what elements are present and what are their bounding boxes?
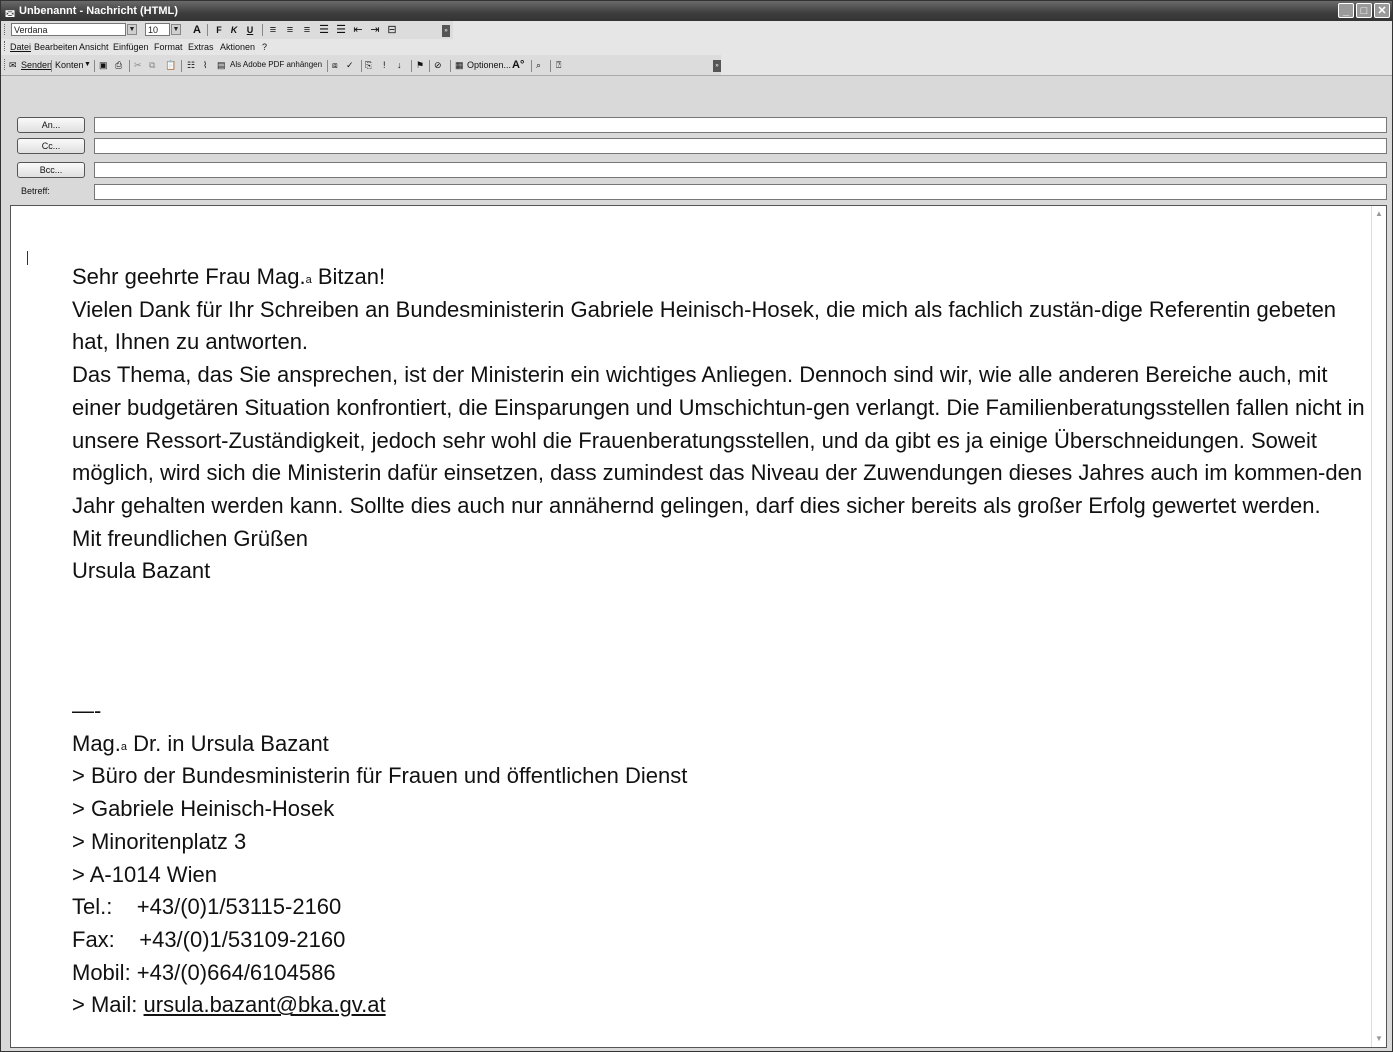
flag-icon[interactable]: ⚑: [416, 58, 424, 72]
maximize-button[interactable]: □: [1356, 3, 1372, 18]
align-left-icon[interactable]: ≡: [267, 23, 279, 37]
font-size-select[interactable]: 10: [145, 23, 170, 36]
font-color-button[interactable]: A: [190, 23, 204, 37]
menu-extras[interactable]: Extras: [188, 41, 214, 54]
signature-mobile: Mobil: +43/(0)664/6104586: [72, 959, 336, 985]
menu-ansicht[interactable]: Ansicht: [79, 41, 109, 54]
attach-pdf-button[interactable]: Als Adobe PDF anhängen: [230, 58, 322, 72]
signature-tel: Tel.: +43/(0)1/53115-2160: [72, 894, 342, 920]
text-caret: [27, 251, 28, 265]
spelling-icon[interactable]: ✓: [346, 58, 354, 72]
address-book-icon[interactable]: ☷: [187, 58, 195, 72]
menu-aktionen[interactable]: Aktionen: [220, 41, 255, 54]
font-name-select[interactable]: Verdana: [11, 23, 126, 36]
help-icon[interactable]: ⍰: [556, 58, 561, 72]
subject-field[interactable]: [94, 184, 1387, 200]
scroll-down-icon[interactable]: ▼: [1373, 1033, 1385, 1045]
sender-name: Ursula Bazant: [72, 558, 211, 584]
toolbar-overflow-icon[interactable]: »: [713, 60, 721, 72]
accounts-dropdown-icon[interactable]: ▼: [84, 58, 91, 72]
bcc-button[interactable]: Bcc...: [17, 162, 85, 178]
paragraph-2: Das Thema, das Sie ansprechen, ist der M…: [72, 362, 1365, 518]
cc-button[interactable]: Cc...: [17, 138, 85, 154]
vertical-scrollbar[interactable]: ▲ ▼: [1371, 206, 1386, 1047]
standard-toolbar: ✉ Senden Konten ▼ ▣ ⎙ ✂ ⧉ 📋 ☷ ⌇ ▤ Als Ad…: [1, 55, 1392, 76]
menu-datei[interactable]: Datei: [10, 41, 31, 54]
subject-label: Betreff:: [21, 186, 50, 196]
options-icon[interactable]: ▦: [455, 58, 464, 72]
signature-icon[interactable]: ⎘: [365, 58, 372, 72]
align-right-icon[interactable]: ≡: [301, 23, 313, 37]
font-name-dropdown-icon[interactable]: ▼: [127, 24, 137, 35]
mail-link[interactable]: ursula.bazant@bka.gv.at: [144, 992, 386, 1017]
paragraph-1: Vielen Dank für Ihr Schreiben an Bundesm…: [72, 296, 1337, 355]
signature-line-minister: > Gabriele Heinisch-Hosek: [72, 796, 335, 822]
signature-fax: Fax: +43/(0)1/53109-2160: [72, 926, 346, 952]
signature-block: —- Mag.a Dr. in Ursula Bazant > Büro der…: [72, 695, 1372, 1022]
italic-button[interactable]: K: [228, 23, 240, 37]
signature-line-office: > Büro der Bundesministerin für Frauen u…: [72, 763, 688, 789]
message-body-editor[interactable]: Sehr geehrte Frau Mag.a Bitzan! Vielen D…: [10, 205, 1387, 1048]
formatting-toolbar: Verdana ▼ 10 ▼ A F K U ≡ ≡ ≡ ☰ ☰ ⇤ ⇥ ⊟ »: [1, 21, 1392, 39]
closing: Mit freundlichen Grüßen: [72, 525, 308, 551]
font-size-grow-icon[interactable]: A°: [512, 58, 524, 72]
signature-mail: > Mail: ursula.bazant@bka.gv.at: [72, 992, 386, 1018]
menu-bearbeiten[interactable]: Bearbeiten: [34, 41, 78, 54]
save-icon[interactable]: ▣: [99, 58, 108, 72]
message-window: ✉ Unbenannt - Nachricht (HTML) _ □ ✕ Ver…: [0, 0, 1393, 1052]
signature-line-street: > Minoritenplatz 3: [72, 828, 247, 854]
greeting: Sehr geehrte Frau Mag.a Bitzan!: [72, 264, 386, 289]
bcc-field[interactable]: [94, 162, 1387, 178]
copy-icon[interactable]: ⧉: [149, 58, 155, 72]
toolbar-grip[interactable]: [4, 24, 7, 35]
window-title: Unbenannt - Nachricht (HTML): [19, 5, 178, 17]
menu-help[interactable]: ?: [262, 41, 267, 54]
minimize-button[interactable]: _: [1338, 3, 1354, 18]
close-button[interactable]: ✕: [1374, 3, 1390, 18]
menu-format[interactable]: Format: [154, 41, 183, 54]
menu-einfuegen[interactable]: Einfügen: [113, 41, 149, 54]
bold-button[interactable]: F: [213, 23, 225, 37]
align-center-icon[interactable]: ≡: [284, 23, 296, 37]
low-importance-icon[interactable]: ↓: [397, 58, 402, 72]
send-button[interactable]: Senden: [21, 58, 52, 72]
title-bar[interactable]: ✉ Unbenannt - Nachricht (HTML) _ □ ✕: [1, 1, 1392, 21]
options-button[interactable]: Optionen...: [467, 58, 511, 72]
print-icon[interactable]: ⎙: [115, 58, 122, 72]
horizontal-line-icon[interactable]: ⊟: [386, 23, 398, 37]
signature-separator: —-: [72, 698, 102, 723]
to-field[interactable]: [94, 117, 1387, 133]
cc-field[interactable]: [94, 138, 1387, 154]
outdent-icon[interactable]: ⇤: [352, 23, 364, 37]
send-icon[interactable]: ✉: [9, 58, 17, 72]
pdf-icon[interactable]: ▤: [217, 58, 226, 72]
numbering-icon[interactable]: ☰: [335, 23, 347, 37]
cut-icon[interactable]: ✂: [134, 58, 142, 72]
letter-text: Sehr geehrte Frau Mag.a Bitzan! Vielen D…: [72, 261, 1372, 588]
research-icon[interactable]: ⌕: [536, 58, 541, 72]
toolbar-overflow-icon[interactable]: »: [442, 25, 450, 37]
check-names-icon[interactable]: ⧈: [332, 58, 338, 72]
permission-icon[interactable]: ⊘: [434, 58, 442, 72]
bullets-icon[interactable]: ☰: [318, 23, 330, 37]
scroll-up-icon[interactable]: ▲: [1373, 208, 1385, 220]
menu-bar: Datei Bearbeiten Ansicht Einfügen Format…: [1, 39, 1392, 55]
attach-icon[interactable]: ⌇: [203, 58, 207, 72]
accounts-button[interactable]: Konten: [55, 58, 84, 72]
signature-title: Mag.a Dr. in Ursula Bazant: [72, 730, 329, 756]
underline-button[interactable]: U: [244, 23, 256, 37]
message-header: An... Cc... Bcc... Betreff:: [1, 76, 1392, 206]
indent-icon[interactable]: ⇥: [369, 23, 381, 37]
high-importance-icon[interactable]: !: [383, 58, 386, 72]
signature-line-city: > A-1014 Wien: [72, 861, 217, 887]
paste-icon[interactable]: 📋: [165, 58, 176, 72]
font-size-dropdown-icon[interactable]: ▼: [171, 24, 181, 35]
to-button[interactable]: An...: [17, 117, 85, 133]
